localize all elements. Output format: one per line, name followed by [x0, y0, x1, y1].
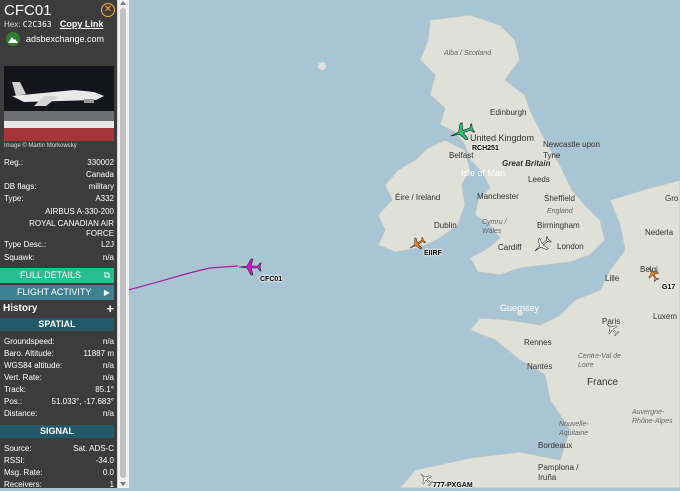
label-auvergne: Auvergne-Rhône-Alpes: [632, 409, 673, 425]
label-edinburgh: Edinburgh: [490, 108, 527, 117]
sidebar-scrollbar[interactable]: [117, 0, 129, 488]
label-rennes: Rennes: [524, 338, 552, 347]
label-leeds: Leeds: [528, 175, 550, 184]
source-site-label: adsbexchange.com: [26, 34, 105, 44]
full-details-button[interactable]: FULL DETAILS ⧉: [0, 268, 114, 283]
label-birmingham: Birmingham: [537, 221, 580, 230]
label-luxem: Luxem: [653, 312, 678, 321]
label-sheffield: Sheffield: [544, 194, 575, 203]
label-eire: Éire / Ireland: [395, 193, 441, 202]
label-england: England: [547, 208, 573, 215]
label-nantes: Nantes: [527, 362, 553, 371]
history-label: History: [3, 303, 38, 314]
label-nederland: Nederla: [645, 228, 674, 237]
hex-value: C2C363: [22, 20, 52, 29]
label-dublin: Dublin: [434, 221, 457, 230]
copy-link-button[interactable]: Copy Link: [60, 19, 104, 29]
label-manchester: Manchester: [477, 192, 519, 201]
label-great-britain: Great Britain: [502, 159, 551, 168]
airplane-icon: [450, 122, 476, 141]
label-lille: Lille: [605, 274, 620, 283]
label-belfast: Belfast: [449, 151, 474, 160]
airplane-icon: [534, 236, 552, 252]
source-link[interactable]: adsbexchange.com: [6, 32, 104, 46]
hex-row: Hex: C2C363 Copy Link: [4, 19, 103, 29]
airplane-icon: [606, 323, 620, 337]
label-alba: Alba / Scotland: [444, 50, 492, 57]
aircraft-label-rch251[interactable]: RCH251: [472, 145, 499, 152]
label-isle-of-man: Isle of Man: [461, 168, 506, 178]
aircraft-marker-cfc01[interactable]: [238, 257, 262, 282]
aircraft-marker-london[interactable]: [532, 236, 552, 259]
adsbexchange-logo-icon: [6, 32, 20, 46]
label-london: London: [557, 242, 584, 251]
signal-header: SIGNAL: [0, 425, 114, 438]
label-france: France: [587, 377, 619, 388]
label-cardiff: Cardiff: [498, 243, 522, 252]
external-link-icon: ⧉: [103, 270, 110, 280]
label-pamplona: Pamplona / Iruña: [538, 463, 579, 482]
scrollbar-thumb[interactable]: [120, 8, 126, 478]
label-bordeaux: Bordeaux: [538, 441, 573, 450]
label-cymru: Cymru / Wales: [482, 219, 507, 235]
aircraft-label-eiirf[interactable]: EIIRF: [424, 250, 442, 257]
label-gro: Gro: [665, 194, 679, 203]
airplane-icon: [238, 258, 262, 276]
label-nouvelle: Nouvelle-Aquitaine: [559, 421, 589, 437]
aircraft-marker-bottom[interactable]: [418, 472, 434, 491]
full-details-label: FULL DETAILS: [20, 270, 82, 280]
airplane-icon: [648, 267, 660, 283]
aircraft-marker-paris[interactable]: [604, 322, 620, 341]
aircraft-marker-g17[interactable]: [645, 266, 661, 287]
scroll-up-icon[interactable]: [120, 1, 126, 5]
aircraft-label-cfc01[interactable]: CFC01: [260, 276, 282, 283]
chevron-right-icon: ▶: [103, 288, 110, 297]
scroll-down-icon[interactable]: [120, 482, 126, 486]
close-icon[interactable]: ✕: [101, 3, 115, 17]
label-centre: Centre-Val de Loire: [578, 353, 621, 369]
hex-label: Hex:: [4, 20, 21, 29]
label-guernsey: Guernsey: [500, 303, 540, 313]
aircraft-info-panel: CFC01 ✕ Hex: C2C363 Copy Link adsbexchan…: [0, 0, 117, 488]
flight-activity-button[interactable]: FLIGHT ACTIVITY ▶: [0, 285, 114, 300]
callsign-title: CFC01: [4, 2, 52, 19]
flight-activity-label: FLIGHT ACTIVITY: [17, 287, 92, 297]
label-newcastle: Newcastle upon Tyne: [543, 140, 600, 160]
label-uk: United Kingdom: [470, 133, 535, 143]
type-full: AIRBUS A-330-200: [45, 207, 114, 216]
operator: ROYAL CANADIAN AIR FORCE: [29, 219, 114, 238]
history-toggle[interactable]: History +: [3, 301, 114, 316]
aircraft-label-g17[interactable]: G17: [662, 284, 675, 291]
aircraft-photo[interactable]: [4, 66, 114, 141]
plus-icon: +: [106, 301, 114, 316]
photo-credit: Image © Martin Morkowsky: [4, 143, 77, 149]
spatial-header: SPATIAL: [0, 318, 114, 331]
